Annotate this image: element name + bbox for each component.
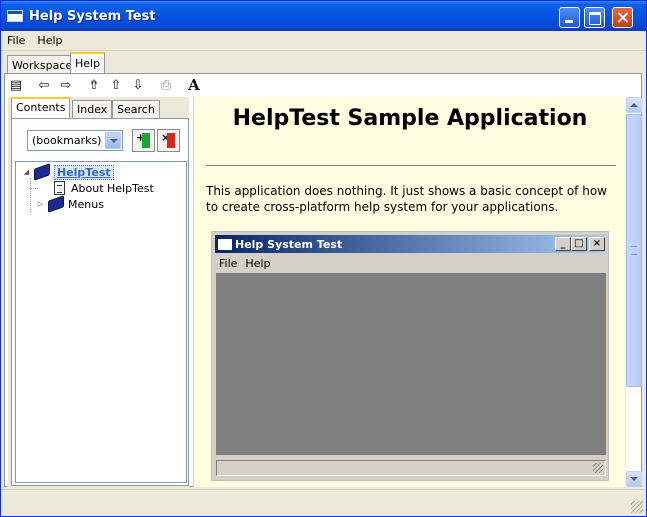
tab-search[interactable]: Search — [112, 100, 160, 119]
font-icon[interactable]: A — [183, 75, 205, 95]
scroll-thumb[interactable] — [626, 114, 642, 387]
tree-guide — [30, 178, 31, 212]
tree-item-label: About HelpTest — [71, 181, 154, 195]
bookmark-flag-icon — [142, 133, 150, 148]
app-icon — [7, 10, 23, 22]
screenshot-client-area — [216, 273, 606, 455]
tree-item-menus[interactable]: ▷ Menus — [36, 195, 104, 213]
help-viewer: ▤ ⇦ ⇨ ⇮ ⇧ ⇩ ⎙ A Contents Index Search (b… — [4, 73, 642, 487]
app-screenshot-image: Help System Test _ □ × File Help — [211, 231, 609, 481]
help-toolbar: ▤ ⇦ ⇨ ⇮ ⇧ ⇩ ⎙ A — [5, 74, 641, 96]
forward-arrow-icon[interactable]: ⇨ — [55, 75, 77, 95]
window-title: Help System Test — [29, 8, 156, 24]
screenshot-title: Help System Test — [235, 237, 343, 251]
screenshot-status-bar — [216, 460, 606, 476]
screenshot-menu-help: Help — [245, 256, 271, 270]
intro-paragraph: This application does nothing. It just s… — [206, 184, 607, 214]
expand-icon[interactable]: ▷ — [36, 200, 45, 209]
close-icon: × — [589, 237, 605, 251]
contents-tree[interactable]: ◢ HelpTest About HelpTest ▷ Menus — [15, 161, 187, 483]
navigation-tabs: Contents Index Search — [8, 97, 189, 119]
workspace-tabs: Workspace Help — [1, 52, 646, 74]
tab-index[interactable]: Index — [72, 100, 113, 119]
menu-help[interactable]: Help — [31, 34, 68, 47]
remove-bookmark-button[interactable]: × — [157, 129, 180, 152]
back-arrow-icon[interactable]: ⇦ — [33, 75, 55, 95]
app-icon — [218, 238, 232, 250]
navigation-pane: Contents Index Search (bookmarks) + × ◢ … — [8, 97, 189, 487]
contents-toggle-icon[interactable]: ▤ — [5, 75, 27, 95]
tree-item-label: HelpTest — [54, 164, 114, 180]
tab-workspace[interactable]: Workspace — [7, 55, 78, 74]
collapse-icon[interactable]: ◢ — [22, 168, 31, 177]
tree-guide — [30, 188, 38, 189]
home-icon[interactable]: ⇮ — [83, 75, 105, 95]
screenshot-menu-file: File — [219, 256, 238, 270]
main-window: Help System Test File Help Workspace Hel… — [0, 0, 647, 517]
status-bar — [1, 489, 646, 516]
bookmarks-selected: (bookmarks) — [32, 134, 102, 147]
contents-panel: (bookmarks) + × ◢ HelpTest About HelpTes… — [11, 118, 189, 486]
title-bar[interactable]: Help System Test — [1, 1, 646, 31]
resize-grip-icon — [593, 463, 603, 473]
book-icon — [34, 163, 50, 181]
tree-item-helptest[interactable]: ◢ HelpTest — [22, 163, 114, 181]
chevron-down-icon[interactable] — [105, 132, 121, 149]
tree-item-label: Menus — [68, 197, 104, 211]
menu-bar: File Help — [1, 31, 646, 51]
page-title: HelpTest Sample Application — [232, 106, 588, 131]
down-arrow-icon[interactable]: ⇩ — [127, 75, 149, 95]
resize-grip-icon[interactable] — [631, 501, 643, 513]
maximize-icon: □ — [571, 237, 587, 251]
divider — [206, 165, 616, 167]
screenshot-title-bar: Help System Test _ □ × — [215, 235, 605, 253]
up-arrow-icon[interactable]: ⇧ — [105, 75, 127, 95]
bookmarks-dropdown[interactable]: (bookmarks) — [27, 130, 123, 151]
minimize-icon: _ — [555, 237, 571, 251]
scroll-up-button[interactable] — [626, 97, 642, 113]
add-bookmark-button[interactable]: + — [132, 129, 155, 152]
content-scrollbar[interactable] — [625, 97, 642, 487]
page-icon — [54, 181, 65, 195]
menu-file[interactable]: File — [1, 34, 31, 47]
tab-help[interactable]: Help — [70, 52, 106, 74]
print-icon[interactable]: ⎙ — [155, 75, 177, 95]
tab-contents[interactable]: Contents — [11, 97, 71, 119]
bookmark-flag-icon — [167, 133, 175, 148]
close-button[interactable] — [612, 7, 633, 28]
maximize-button[interactable] — [584, 7, 605, 28]
screenshot-menu-bar: File Help — [215, 255, 275, 271]
book-icon — [48, 195, 64, 213]
scroll-down-button[interactable] — [626, 471, 642, 487]
minimize-button[interactable] — [559, 7, 580, 28]
help-content: HelpTest Sample Application This applica… — [193, 97, 625, 487]
tree-item-about[interactable]: About HelpTest — [54, 180, 154, 196]
